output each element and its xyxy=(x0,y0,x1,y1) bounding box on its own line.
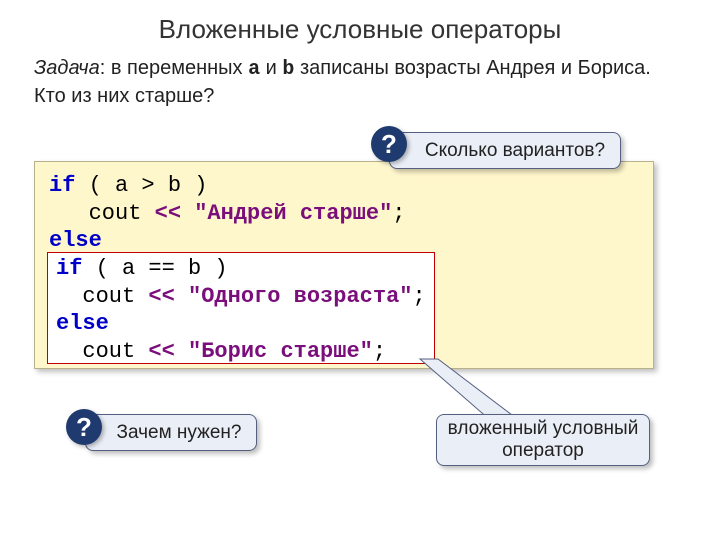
cond-1: ( a > b ) xyxy=(75,173,207,198)
str-3: "Борис старше" xyxy=(175,339,373,364)
op-1: << xyxy=(155,201,181,226)
question-badge-1: ? xyxy=(371,126,407,162)
callout-nested: вложенный условный оператор xyxy=(436,414,650,466)
str-1: "Андрей старше" xyxy=(181,201,392,226)
var-b: b xyxy=(282,58,294,81)
str-2: "Одного возраста" xyxy=(175,284,413,309)
callout-why: Зачем нужен? xyxy=(85,414,257,451)
op-3: << xyxy=(148,339,174,364)
cout-3: cout xyxy=(56,339,148,364)
kw-else-2: else xyxy=(56,311,109,336)
code-outer: if ( a > b ) cout << "Андрей старше"; el… xyxy=(49,172,639,255)
callout-nested-text: вложенный условный оператор xyxy=(437,418,649,462)
question-mark-icon: ? xyxy=(381,129,397,160)
semi-1: ; xyxy=(392,201,405,226)
kw-if-2: if xyxy=(56,256,82,281)
task-label: Задача xyxy=(34,57,100,79)
semi-3: ; xyxy=(373,339,386,364)
code-inner-box: if ( a == b ) cout << "Одного возраста";… xyxy=(47,252,435,364)
question-badge-2: ? xyxy=(66,409,102,445)
op-2: << xyxy=(148,284,174,309)
kw-else-1: else xyxy=(49,228,102,253)
callout-variants-text: Сколько вариантов? xyxy=(425,140,605,162)
kw-if-1: if xyxy=(49,173,75,198)
var-a: a xyxy=(248,58,260,81)
callout-variants: Сколько вариантов? xyxy=(389,132,621,169)
cout-2: cout xyxy=(56,284,148,309)
callout-why-text: Зачем нужен? xyxy=(117,422,242,444)
code-inner: if ( a == b ) cout << "Одного возраста";… xyxy=(56,255,426,365)
cond-2: ( a == b ) xyxy=(82,256,227,281)
task-text: Задача: в переменных a и b записаны возр… xyxy=(34,55,686,110)
task-frag-2: и xyxy=(260,57,282,79)
semi-2: ; xyxy=(412,284,425,309)
cout-1: cout xyxy=(49,201,155,226)
question-mark-icon: ? xyxy=(76,412,92,443)
task-frag-1: : в переменных xyxy=(100,57,248,79)
page-title: Вложенные условные операторы xyxy=(0,14,720,45)
